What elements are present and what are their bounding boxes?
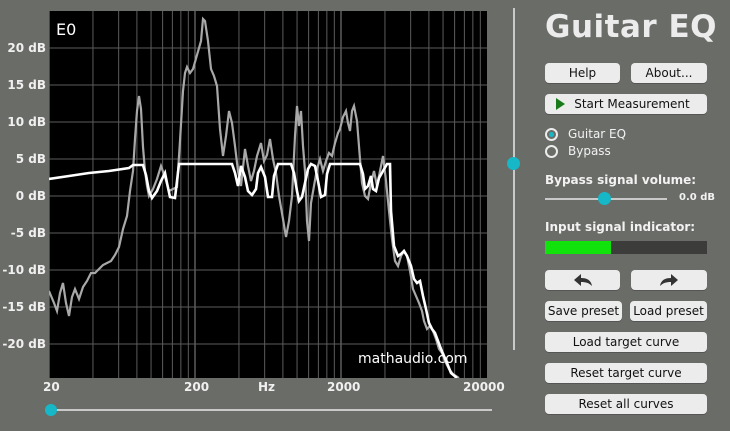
reset-target-curve-button[interactable]: Reset target curve bbox=[545, 363, 707, 383]
radio-guitar-eq[interactable] bbox=[545, 128, 558, 141]
frequency-response-plot[interactable]: E0 mathaudio.com bbox=[49, 11, 487, 378]
x-tick-label: 2000 bbox=[327, 380, 361, 394]
input-level-meter bbox=[545, 241, 707, 254]
undo-arrow-icon bbox=[573, 274, 592, 286]
load-target-curve-button[interactable]: Load target curve bbox=[545, 332, 707, 352]
redo-button[interactable] bbox=[631, 270, 707, 290]
y-tick-label: -10 dB bbox=[2, 263, 46, 277]
y-tick-label: -15 dB bbox=[2, 300, 46, 314]
start-measurement-button[interactable]: Start Measurement bbox=[545, 94, 707, 114]
y-tick-label: -5 dB bbox=[10, 226, 46, 240]
redo-arrow-icon bbox=[660, 274, 678, 286]
x-tick-label: 20000 bbox=[463, 380, 505, 394]
app-title: Guitar EQ bbox=[545, 9, 717, 45]
y-tick-label: 15 dB bbox=[7, 78, 46, 92]
x-tick-label: 20 bbox=[43, 380, 60, 394]
y-tick-label: 5 dB bbox=[15, 152, 46, 166]
bypass-volume-label: Bypass signal volume: bbox=[545, 173, 697, 187]
y-tick-label: -20 dB bbox=[2, 337, 46, 351]
radio-bypass[interactable] bbox=[545, 145, 558, 158]
measured-response-curve bbox=[49, 16, 460, 378]
radio-bypass-label[interactable]: Bypass bbox=[568, 144, 611, 158]
play-icon bbox=[556, 98, 565, 110]
gain-slider-handle[interactable] bbox=[507, 157, 520, 170]
plot-canvas bbox=[49, 11, 487, 378]
help-button[interactable]: Help bbox=[545, 63, 620, 83]
y-tick-label: 0 dB bbox=[15, 189, 46, 203]
reset-all-curves-button[interactable]: Reset all curves bbox=[545, 394, 707, 414]
plot-channel-label: E0 bbox=[56, 20, 77, 39]
input-level-fill bbox=[545, 241, 612, 254]
input-indicator-label: Input signal indicator: bbox=[545, 220, 696, 234]
watermark-text: mathaudio.com bbox=[358, 351, 468, 367]
about-button[interactable]: About... bbox=[631, 63, 707, 83]
bypass-volume-value: 0.0 dB bbox=[679, 192, 715, 203]
save-preset-button[interactable]: Save preset bbox=[545, 301, 622, 321]
bypass-volume-slider-handle[interactable] bbox=[598, 192, 611, 205]
x-axis-unit-label: Hz bbox=[258, 380, 276, 394]
y-tick-label: 20 dB bbox=[7, 41, 46, 55]
start-measurement-label: Start Measurement bbox=[574, 97, 690, 111]
x-tick-label: 200 bbox=[184, 380, 210, 394]
undo-button[interactable] bbox=[545, 270, 620, 290]
gain-slider-track[interactable] bbox=[513, 8, 515, 350]
y-tick-label: 10 dB bbox=[7, 115, 46, 129]
frequency-slider-handle[interactable] bbox=[45, 404, 57, 416]
frequency-slider-track[interactable] bbox=[50, 409, 492, 411]
load-preset-button[interactable]: Load preset bbox=[630, 301, 707, 321]
radio-guitar-eq-label[interactable]: Guitar EQ bbox=[568, 127, 626, 141]
